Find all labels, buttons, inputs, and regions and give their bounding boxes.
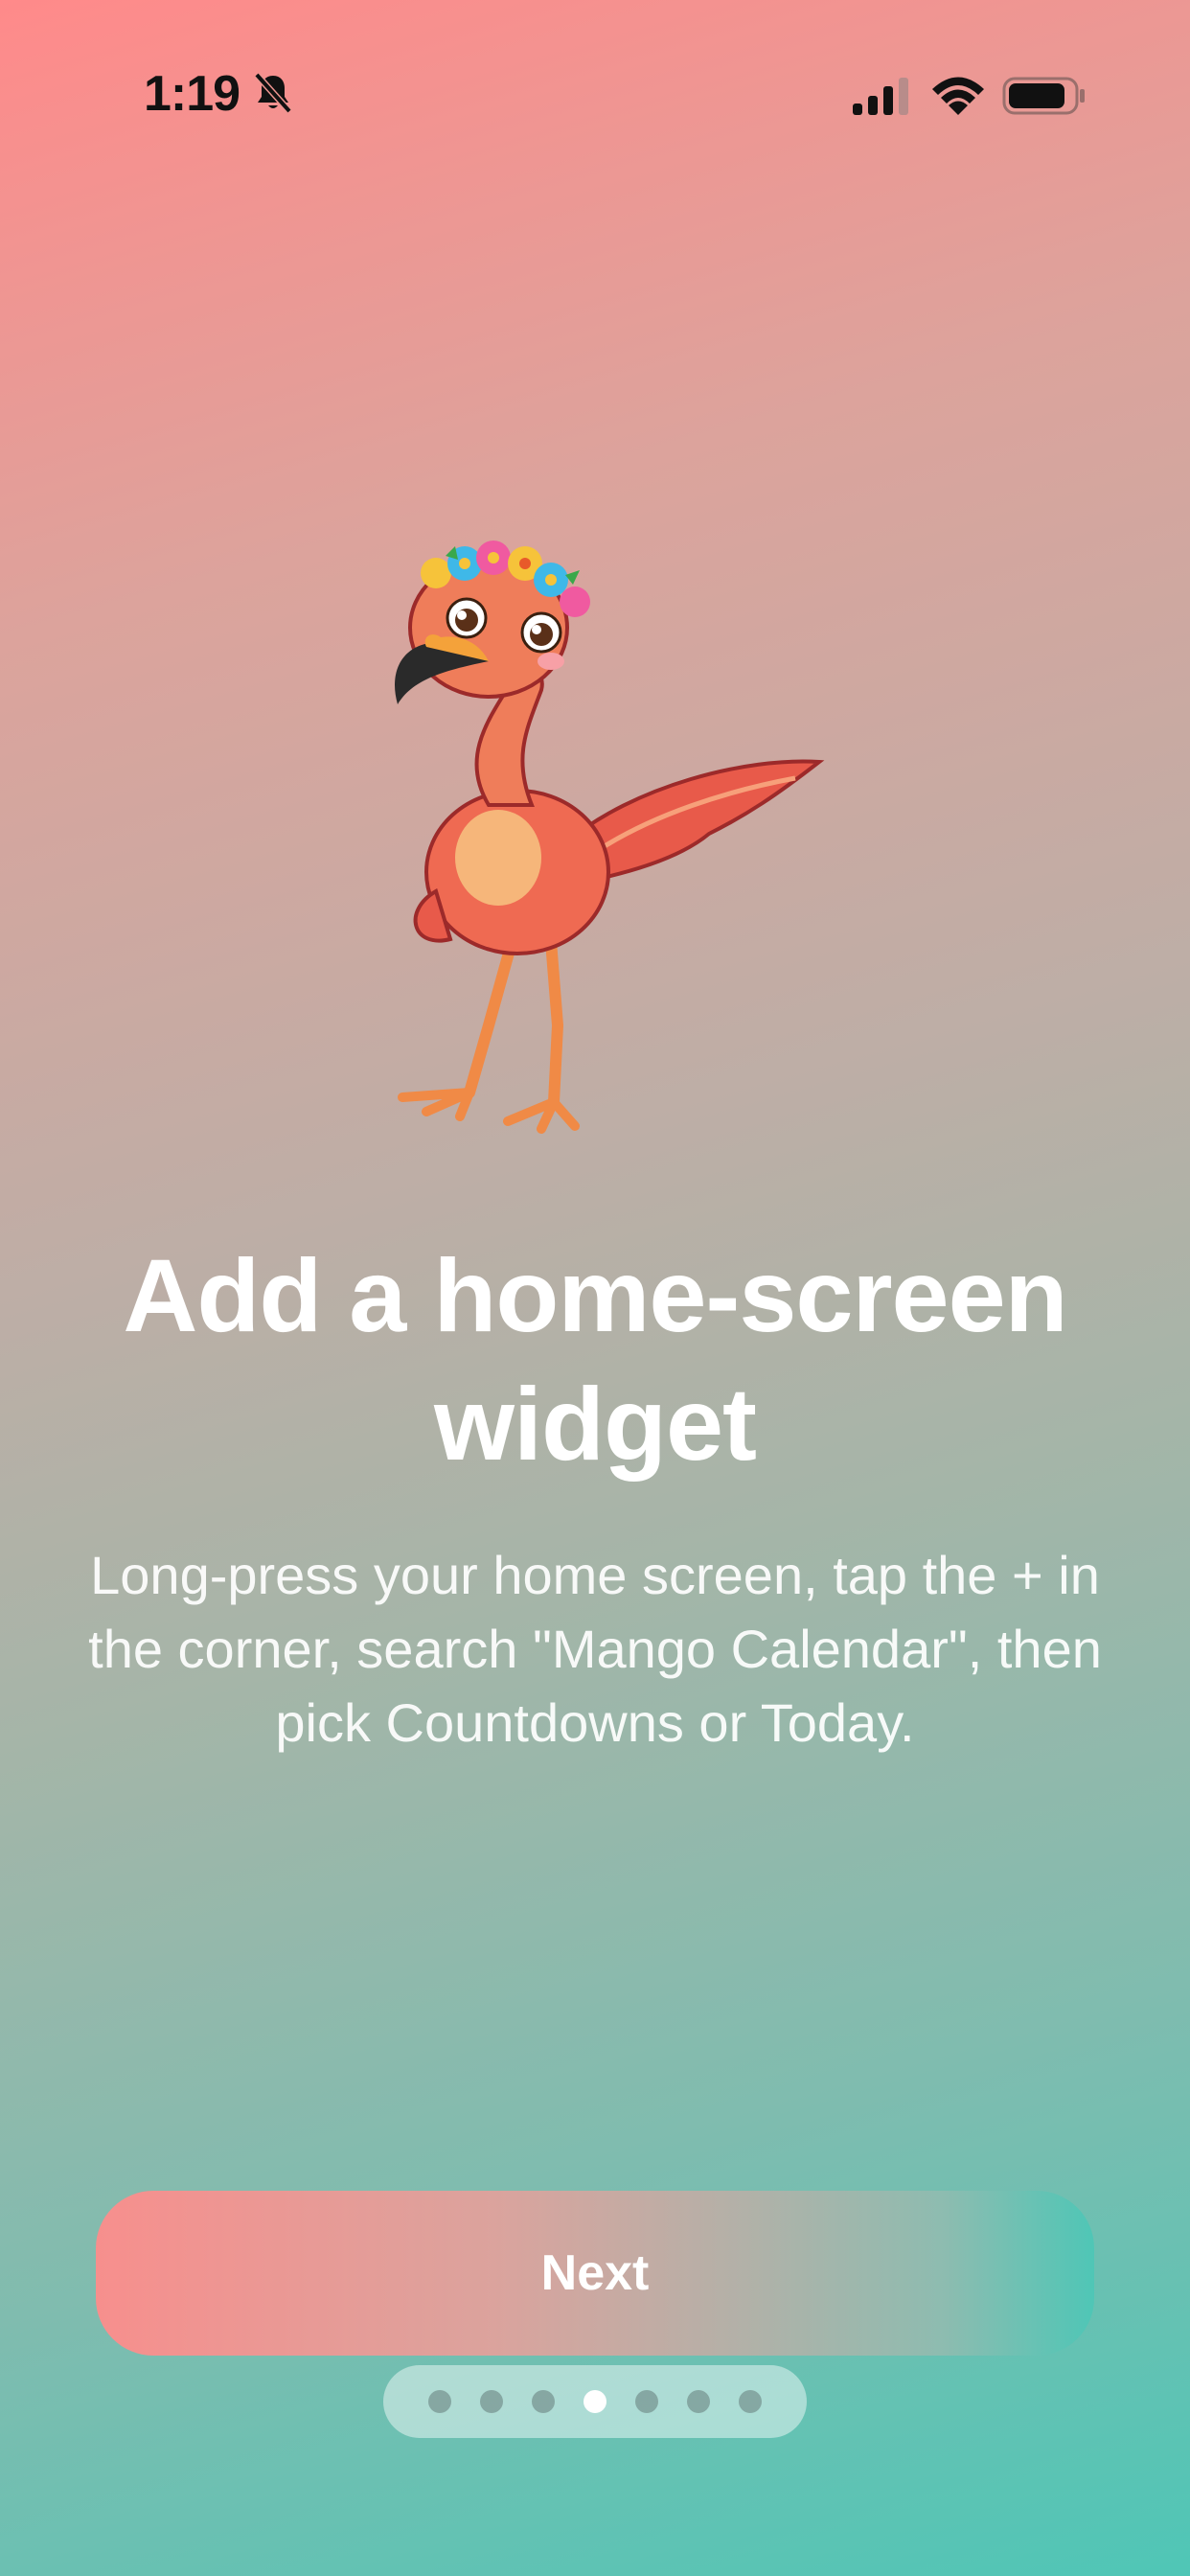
page-dot[interactable] <box>739 2390 762 2413</box>
page-dot[interactable] <box>635 2390 658 2413</box>
onboarding-screen: 1:19 Add a home-screen widget Long-press… <box>0 0 1190 2576</box>
bell-slash-icon <box>254 72 292 114</box>
page-dot[interactable] <box>687 2390 710 2413</box>
flamingo-mascot-illustration <box>395 540 825 1134</box>
next-button[interactable]: Next <box>96 2191 1094 2356</box>
page-dot[interactable] <box>428 2390 451 2413</box>
onboarding-description: Long-press your home screen, tap the + i… <box>88 1545 1102 1753</box>
page-dot[interactable] <box>480 2390 503 2413</box>
page-indicator[interactable] <box>383 2365 807 2438</box>
page-dot[interactable] <box>532 2390 555 2413</box>
battery-icon <box>1002 77 1085 115</box>
cellular-signal-icon <box>853 78 908 115</box>
wifi-icon <box>932 77 984 115</box>
page-dot[interactable] <box>584 2390 606 2413</box>
status-time: 1:19 <box>144 66 240 122</box>
status-bar: 1:19 <box>0 0 1190 192</box>
onboarding-title: Add a home-screen widget <box>123 1237 1067 1482</box>
